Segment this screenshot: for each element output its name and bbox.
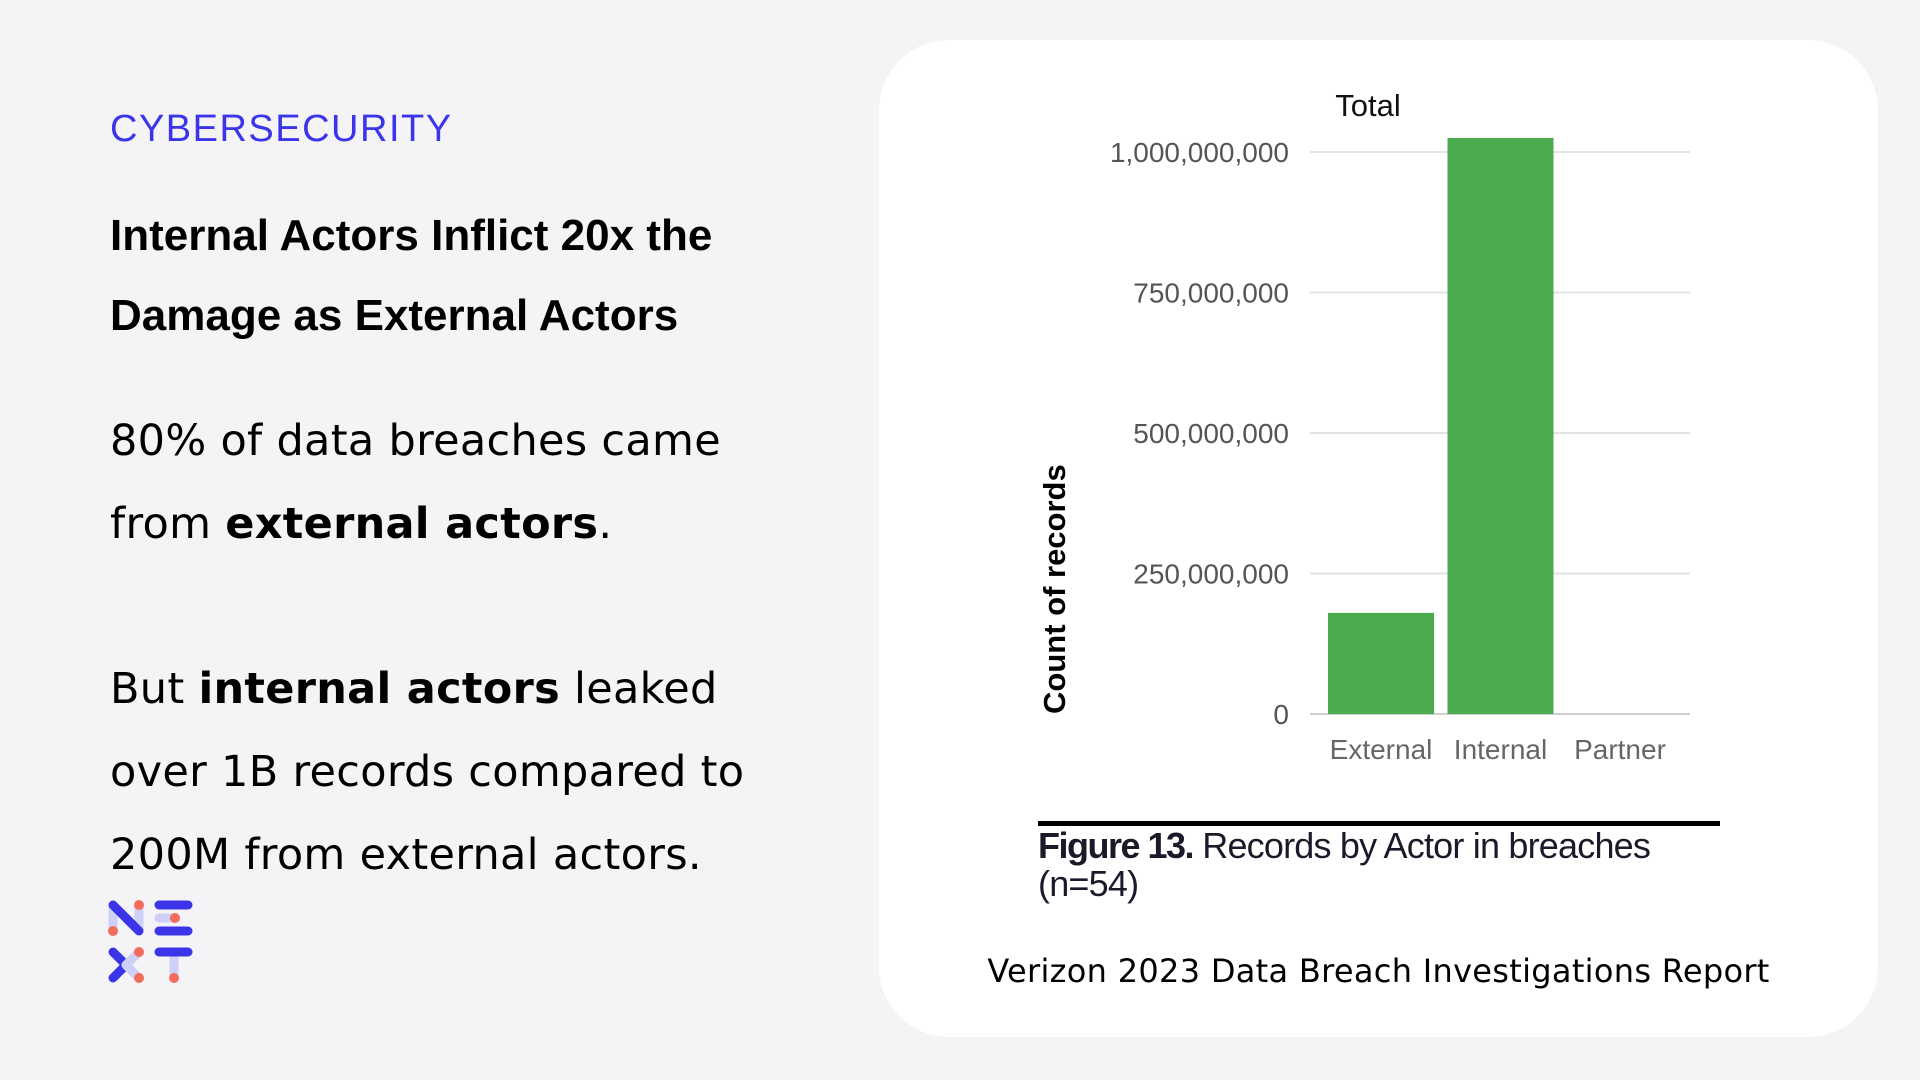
y-tick-label: 500,000,000 bbox=[1133, 418, 1289, 449]
chart-title: Total bbox=[1335, 88, 1400, 123]
bars bbox=[1328, 137, 1554, 714]
y-tick-label: 1,000,000,000 bbox=[1110, 137, 1289, 168]
x-tick-label: Internal bbox=[1454, 734, 1547, 765]
figure-caption: Figure 13. Records by Actor in breaches … bbox=[1038, 827, 1718, 903]
figure-label: Figure 13. bbox=[1038, 825, 1195, 866]
bar-chart: Total Count of records 0 250,000,000 500,0… bbox=[1037, 88, 1690, 765]
y-tick-label: 250,000,000 bbox=[1133, 559, 1289, 590]
bar-internal bbox=[1447, 137, 1554, 714]
y-tick-labels: 0 250,000,000 500,000,000 750,000,000 1,000,… bbox=[1110, 137, 1289, 730]
y-tick-label: 750,000,000 bbox=[1133, 278, 1289, 309]
x-tick-label: Partner bbox=[1574, 734, 1666, 765]
y-axis-title: Count of records bbox=[1037, 464, 1072, 714]
x-tick-label: External bbox=[1330, 734, 1433, 765]
y-tick-label: 0 bbox=[1273, 699, 1289, 730]
x-tick-labels: External Internal Partner bbox=[1330, 734, 1666, 765]
bar-external bbox=[1328, 612, 1434, 714]
source-citation: Verizon 2023 Data Breach Investigations … bbox=[987, 952, 1770, 990]
